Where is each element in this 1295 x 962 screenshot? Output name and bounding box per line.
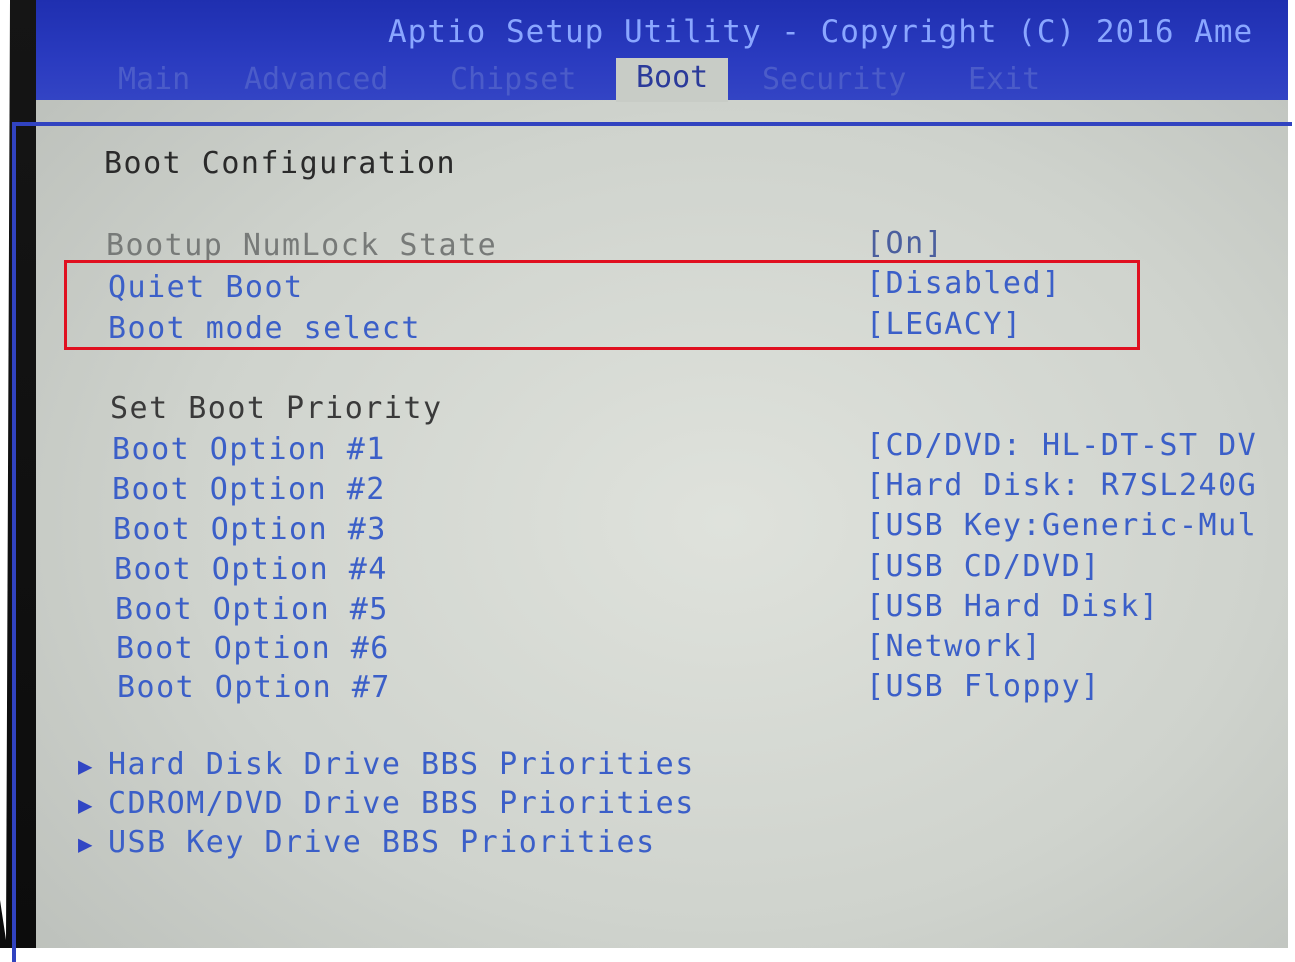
boot-option-label-2[interactable]: Boot Option #2 [112, 472, 386, 507]
bios-title: Aptio Setup Utility - Copyright (C) 2016… [388, 14, 1254, 50]
boot-option-value-3[interactable]: [USB Key:Generic-Mul [866, 508, 1257, 543]
boot-option-label-7[interactable]: Boot Option #7 [117, 670, 391, 705]
tab-bar: Main Advanced Chipset Boot Security Exit [36, 58, 1288, 102]
submenu-arrow-icon: ▶ [78, 752, 94, 780]
setting-value-numlock[interactable]: [On] [866, 226, 944, 261]
boot-option-value-2[interactable]: [Hard Disk: R7SL240G [866, 468, 1257, 503]
boot-option-value-4[interactable]: [USB CD/DVD] [866, 549, 1101, 584]
boot-option-value-6[interactable]: [Network] [866, 629, 1042, 664]
tab-main[interactable]: Main [118, 62, 190, 97]
bios-header: Aptio Setup Utility - Copyright (C) 2016… [36, 0, 1288, 102]
boot-option-value-1[interactable]: [CD/DVD: HL-DT-ST DV [866, 428, 1257, 463]
priority-heading: Set Boot Priority [110, 391, 443, 426]
section-heading: Boot Configuration [104, 146, 457, 181]
tab-exit[interactable]: Exit [968, 62, 1040, 97]
submenu-arrow-icon: ▶ [78, 791, 94, 819]
setting-value-boot-mode[interactable]: [LEGACY] [866, 307, 1023, 342]
boot-option-value-7[interactable]: [USB Floppy] [866, 669, 1101, 704]
submenu-hdd-bbs[interactable]: ▶ Hard Disk Drive BBS Priorities [78, 747, 695, 782]
submenu-label: CDROM/DVD Drive BBS Priorities [107, 786, 695, 821]
boot-option-label-5[interactable]: Boot Option #5 [115, 592, 389, 627]
setting-label-quiet-boot[interactable]: Quiet Boot [108, 270, 304, 305]
submenu-usb-key-bbs[interactable]: ▶ USB Key Drive BBS Priorities [78, 825, 656, 860]
submenu-label: USB Key Drive BBS Priorities [107, 825, 656, 860]
boot-option-label-3[interactable]: Boot Option #3 [113, 512, 387, 547]
boot-option-label-6[interactable]: Boot Option #6 [116, 631, 390, 666]
tab-advanced[interactable]: Advanced [244, 62, 389, 97]
boot-option-label-4[interactable]: Boot Option #4 [114, 552, 388, 587]
submenu-cdrom-bbs[interactable]: ▶ CDROM/DVD Drive BBS Priorities [78, 786, 695, 821]
boot-option-value-5[interactable]: [USB Hard Disk] [866, 589, 1159, 624]
setting-label-boot-mode[interactable]: Boot mode select [108, 311, 421, 346]
boot-option-label-1[interactable]: Boot Option #1 [112, 432, 386, 467]
submenu-label: Hard Disk Drive BBS Priorities [107, 747, 695, 782]
tab-boot[interactable]: Boot [616, 58, 729, 102]
setting-value-quiet-boot[interactable]: [Disabled] [866, 266, 1062, 301]
tab-security[interactable]: Security [762, 62, 907, 97]
setting-label-numlock[interactable]: Bootup NumLock State [106, 228, 497, 263]
tab-chipset[interactable]: Chipset [450, 62, 576, 97]
submenu-arrow-icon: ▶ [78, 830, 94, 858]
